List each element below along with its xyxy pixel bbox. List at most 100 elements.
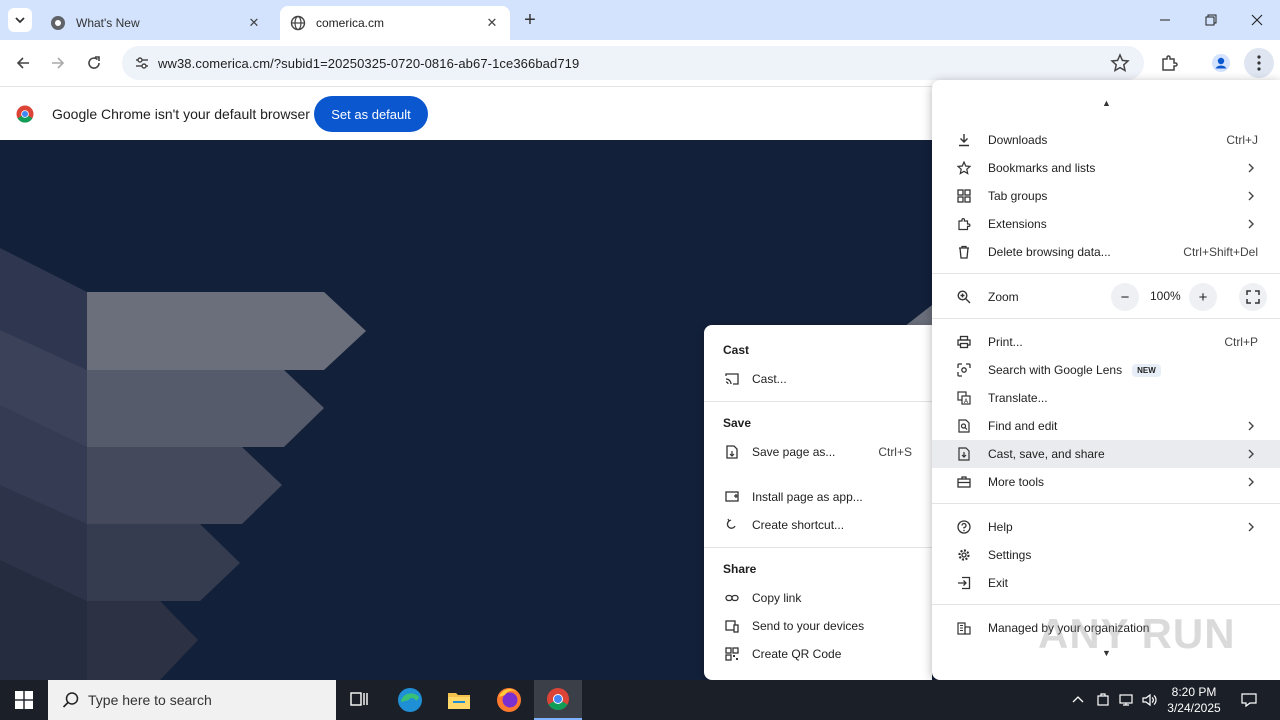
menu-item-label: Delete browsing data... [988,245,1111,259]
profile-button[interactable] [1208,50,1234,76]
submenu-item-cast[interactable]: Cast... [704,365,932,393]
menu-item-help[interactable]: Help [932,513,1280,541]
menu-item-google-lens[interactable]: Search with Google Lens NEW [932,356,1280,384]
menu-item-label: Bookmarks and lists [988,161,1096,175]
save-page-icon [724,444,740,460]
avatar-icon [1212,54,1230,72]
chevron-right-icon [1248,522,1254,532]
menu-item-more-tools[interactable]: More tools [932,468,1280,496]
url-text: ww38.comerica.cm/?subid1=20250325-0720-0… [158,55,580,71]
reload-button[interactable] [79,48,109,78]
arrow-left-icon [16,57,29,69]
menu-item-label: Cast, save, and share [988,447,1105,461]
menu-item-extensions[interactable]: Extensions [932,210,1280,238]
menu-item-print[interactable]: Print... Ctrl+P [932,328,1280,356]
submenu-item-label: Create QR Code [752,647,842,661]
zoom-out-button[interactable]: − [1111,283,1139,311]
menu-item-exit[interactable]: Exit [932,569,1280,597]
close-window-button[interactable] [1234,0,1280,40]
tray-network-icon[interactable] [1116,680,1138,720]
section-title-cast: Cast [723,343,750,357]
section-title-save: Save [723,416,752,430]
restore-button[interactable] [1188,0,1234,40]
menu-item-label: Downloads [988,133,1048,147]
fullscreen-button[interactable] [1239,283,1267,311]
taskbar-firefox[interactable] [485,680,533,720]
shortcut-icon [724,517,740,533]
menu-item-translate[interactable]: A Translate... [932,384,1280,412]
minimize-button[interactable] [1142,0,1188,40]
notification-center-button[interactable] [1234,680,1264,720]
submenu-item-label: Send to your devices [752,619,865,633]
taskbar-edge[interactable] [386,680,434,720]
new-tab-button[interactable]: + [518,8,542,32]
menu-item-label: Search with Google Lens [988,363,1123,377]
menu-item-downloads[interactable]: Downloads Ctrl+J [932,126,1280,154]
menu-item-cast-save-share[interactable]: Cast, save, and share [932,440,1280,468]
cast-save-share-submenu: Cast Cast... Save Save page as... Ctrl+S… [704,325,932,680]
close-icon[interactable]: ✕ [484,15,500,31]
menu-item-label: Find and edit [988,419,1058,433]
menu-item-label: Translate... [988,391,1048,405]
download-icon [956,132,972,148]
link-icon [724,590,740,606]
scroll-up-arrow-icon[interactable]: ▲ [1102,98,1111,108]
address-bar[interactable]: ww38.comerica.cm/?subid1=20250325-0720-0… [122,46,1144,80]
menu-item-label: Zoom [988,290,1019,304]
forward-button[interactable] [43,48,73,78]
site-info-icon[interactable] [132,53,152,73]
star-icon [956,160,972,176]
chevron-right-icon [1248,421,1254,431]
tray-volume-icon[interactable] [1140,680,1160,720]
taskbar-chrome[interactable] [534,680,582,720]
start-button[interactable] [0,680,48,720]
search-icon [62,692,79,708]
bookmark-star-icon[interactable] [1110,53,1130,73]
submenu-item-label: Create shortcut... [752,518,845,532]
section-title-share: Share [723,562,757,576]
zoom-in-button[interactable]: + [1189,283,1217,311]
show-hidden-icons-button[interactable] [1068,680,1088,720]
tab-title: What's New [76,16,140,30]
close-icon[interactable]: ✕ [246,15,262,31]
menu-item-find-and-edit[interactable]: Find and edit [932,412,1280,440]
submenu-item-qr-code[interactable]: Create QR Code [704,640,932,668]
submenu-item-install-app[interactable]: Install page as app... [704,483,932,511]
cast-icon [724,371,740,387]
chrome-menu-button[interactable] [1244,48,1274,78]
puzzle-icon [1162,55,1178,71]
toolbox-icon [956,474,972,490]
menu-item-delete-browsing-data[interactable]: Delete browsing data... Ctrl+Shift+Del [932,238,1280,266]
tab-search-button[interactable] [8,8,32,32]
tray-device-icon[interactable] [1093,680,1113,720]
menu-item-label: Tab groups [988,189,1048,203]
taskbar-clock[interactable]: 8:20 PM 3/24/2025 [1160,684,1228,716]
menu-item-tab-groups[interactable]: Tab groups [932,182,1280,210]
taskbar-search-box[interactable]: Type here to search [48,680,336,720]
building-icon [956,620,972,636]
submenu-item-send-to-devices[interactable]: Send to your devices [704,612,932,640]
tab-comerica[interactable]: comerica.cm ✕ [280,6,510,40]
menu-item-settings[interactable]: Settings [932,541,1280,569]
submenu-item-create-shortcut[interactable]: Create shortcut... [704,511,932,539]
chrome-tab-icon [51,16,65,30]
submenu-item-save-page[interactable]: Save page as... Ctrl+S [704,438,932,466]
devices-icon [724,618,740,634]
divider [932,318,1280,319]
task-view-button[interactable] [336,680,384,720]
gear-icon [956,547,972,563]
extensions-button[interactable] [1156,50,1182,76]
tab-strip: What's New ✕ comerica.cm ✕ + [0,0,1280,40]
chrome-logo-icon [16,105,34,123]
zoom-icon [956,289,972,305]
submenu-item-copy-link[interactable]: Copy link [704,584,932,612]
tab-whats-new[interactable]: What's New ✕ [40,6,272,40]
menu-item-bookmarks[interactable]: Bookmarks and lists [932,154,1280,182]
taskbar-file-explorer[interactable] [435,680,483,720]
usb-device-icon [1097,693,1109,706]
set-as-default-button[interactable]: Set as default [314,96,428,132]
shortcut-label: Ctrl+P [1224,335,1258,349]
print-icon [956,334,972,350]
new-badge: NEW [1132,363,1161,377]
back-button[interactable] [8,48,38,78]
